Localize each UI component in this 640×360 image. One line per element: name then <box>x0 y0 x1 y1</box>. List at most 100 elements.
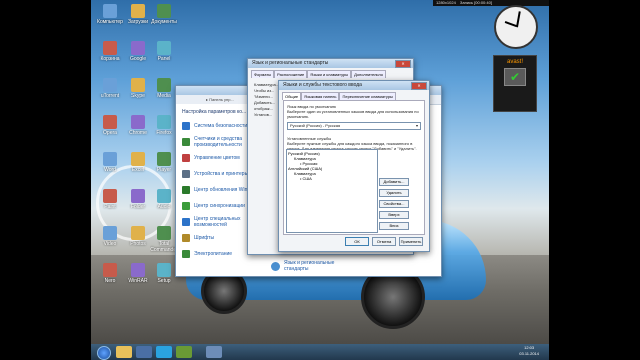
start-button[interactable] <box>97 346 111 360</box>
desktop-icon[interactable]: Media <box>150 78 178 105</box>
app-icon <box>131 263 145 277</box>
desktop-icon[interactable]: Firefox <box>150 115 178 142</box>
app-icon <box>131 41 145 55</box>
app-icon <box>131 152 145 166</box>
desktop-icon-label: Media <box>157 93 171 99</box>
resolution-text: 1280x1024 <box>436 0 456 5</box>
app-icon <box>157 41 171 55</box>
language-region-item[interactable]: Язык и региональные стандарты <box>271 260 344 272</box>
service-side-button[interactable]: Добавить... <box>379 178 409 186</box>
applet-icon <box>182 234 190 242</box>
desktop-icon[interactable]: Word <box>96 152 124 179</box>
desktop-icon[interactable]: Paint <box>96 189 124 216</box>
desktop-icon[interactable]: Video <box>96 226 124 253</box>
dialog-titlebar[interactable]: Языки и службы текстового ввода ✕ <box>279 81 429 90</box>
desktop-icon[interactable]: Google <box>124 41 152 68</box>
desktop-icon[interactable]: Audio <box>150 189 178 216</box>
desktop-icon[interactable]: Panel <box>150 41 178 68</box>
app-icon <box>157 115 171 129</box>
desktop-icon[interactable]: Player <box>150 152 178 179</box>
desktop-icon-label: Setup <box>157 278 171 284</box>
check-icon: ✔ <box>504 68 526 86</box>
app-icon <box>157 226 171 240</box>
recording-status-bar: 1280x1024 Запись [00:00:40] <box>433 0 549 6</box>
desktop-icon[interactable]: Excel <box>124 152 152 179</box>
desktop-icon[interactable]: Photos <box>124 226 152 253</box>
taskbar-control-panel[interactable] <box>206 346 222 358</box>
app-icon <box>131 189 145 203</box>
desktop-icon[interactable]: Skype <box>124 78 152 105</box>
close-button[interactable]: ✕ <box>395 60 411 68</box>
desktop-icon-label: uTorrent <box>100 93 120 99</box>
desktop-icon-label: Opera <box>103 130 117 136</box>
taskbar-utorrent[interactable] <box>176 346 192 358</box>
control-panel-item-label: Управление цветом <box>194 155 240 161</box>
letterbox-right <box>549 0 640 360</box>
default-language-select[interactable]: Русский (Россия) - Русская <box>287 122 421 130</box>
desktop-icon[interactable]: Nero <box>96 263 124 290</box>
desktop-icon[interactable]: uTorrent <box>96 78 124 105</box>
desktop-icon-label: Загрузки <box>127 19 149 25</box>
taskbar: 12:03 03.11.2014 <box>91 344 549 360</box>
desktop-icon-label: Total Commander <box>150 241 178 253</box>
app-icon <box>103 41 117 55</box>
desktop-icon[interactable]: Setup <box>150 263 178 290</box>
regional-titlebar[interactable]: Язык и региональные стандарты ✕ <box>248 59 413 68</box>
app-icon <box>131 115 145 129</box>
desktop-icon[interactable]: Chrome <box>124 115 152 142</box>
app-icon <box>103 4 117 18</box>
service-side-button[interactable]: Вниз <box>379 222 409 230</box>
recording-text: Запись [00:00:40] <box>459 0 492 5</box>
app-icon <box>157 152 171 166</box>
ok-button[interactable]: ОК <box>345 237 369 246</box>
app-icon <box>103 263 117 277</box>
desktop-icon[interactable]: Корзина <box>96 41 124 68</box>
desktop-icon[interactable]: Opera <box>96 115 124 142</box>
desktop-icon-label: Word <box>104 167 116 173</box>
tab-regional[interactable]: Расположение <box>274 70 308 78</box>
tab-dialog[interactable]: Переключение клавиатуры <box>339 92 396 100</box>
desktop-icon[interactable]: Документы <box>150 4 178 31</box>
app-icon <box>103 189 117 203</box>
close-button[interactable]: ✕ <box>411 82 427 90</box>
service-side-button[interactable]: Удалить <box>379 189 409 197</box>
tab-dialog[interactable]: Языковая панель <box>301 92 340 100</box>
cancel-button[interactable]: Отмена <box>372 237 396 246</box>
taskbar-skype[interactable] <box>156 346 172 358</box>
applet-icon <box>182 138 190 146</box>
control-panel-item-label: Центр синхронизации <box>194 203 245 209</box>
taskbar-explorer[interactable] <box>116 346 132 358</box>
desktop-icon[interactable]: WinRAR <box>124 263 152 290</box>
apply-button[interactable]: Применить <box>399 237 423 246</box>
desktop-icon[interactable]: Компьютер <box>96 4 124 31</box>
language-region-label: Язык и региональные стандарты <box>284 260 335 272</box>
avast-logo: avast! <box>506 59 523 65</box>
desktop-icon[interactable]: Total Commander <box>150 226 178 253</box>
desktop-icon-label: Chrome <box>129 130 147 136</box>
tree-node[interactable]: • США <box>288 176 376 181</box>
tab-regional[interactable]: Дополнительно <box>351 70 386 78</box>
control-panel-item-label: Электропитание <box>194 251 233 257</box>
clock-gadget[interactable] <box>494 5 538 49</box>
avast-gadget[interactable]: avast! ✔ <box>493 55 537 112</box>
app-icon <box>103 78 117 92</box>
desktop-icon[interactable]: Загрузки <box>124 4 152 31</box>
service-side-button[interactable]: Свойства... <box>379 200 409 208</box>
service-side-button[interactable]: Вверх <box>379 211 409 219</box>
app-icon <box>157 78 171 92</box>
desktop-icon[interactable]: Folder <box>124 189 152 216</box>
desktop-icon-label: Корзина <box>100 56 120 62</box>
desktop-icon-label: Nero <box>104 278 116 284</box>
tab-regional[interactable]: Языки и клавиатуры <box>307 70 352 78</box>
installed-services-tree[interactable]: Русский (Россия) Клавиатура • Русская Англи… <box>286 149 378 233</box>
tab-regional[interactable]: Форматы <box>251 70 275 78</box>
taskbar-media[interactable] <box>136 346 152 358</box>
desktop-icon-label: Audio <box>157 204 171 210</box>
app-icon <box>103 226 117 240</box>
app-icon <box>131 4 145 18</box>
tab-dialog[interactable]: Общие <box>282 92 302 100</box>
desktop-icon-label: Excel <box>131 167 145 173</box>
tray-clock[interactable]: 12:03 03.11.2014 <box>519 345 539 357</box>
screen: Компьютер Загрузки Документы Корзина Google P… <box>0 0 640 360</box>
desktop-icon-label: Player <box>156 167 172 173</box>
